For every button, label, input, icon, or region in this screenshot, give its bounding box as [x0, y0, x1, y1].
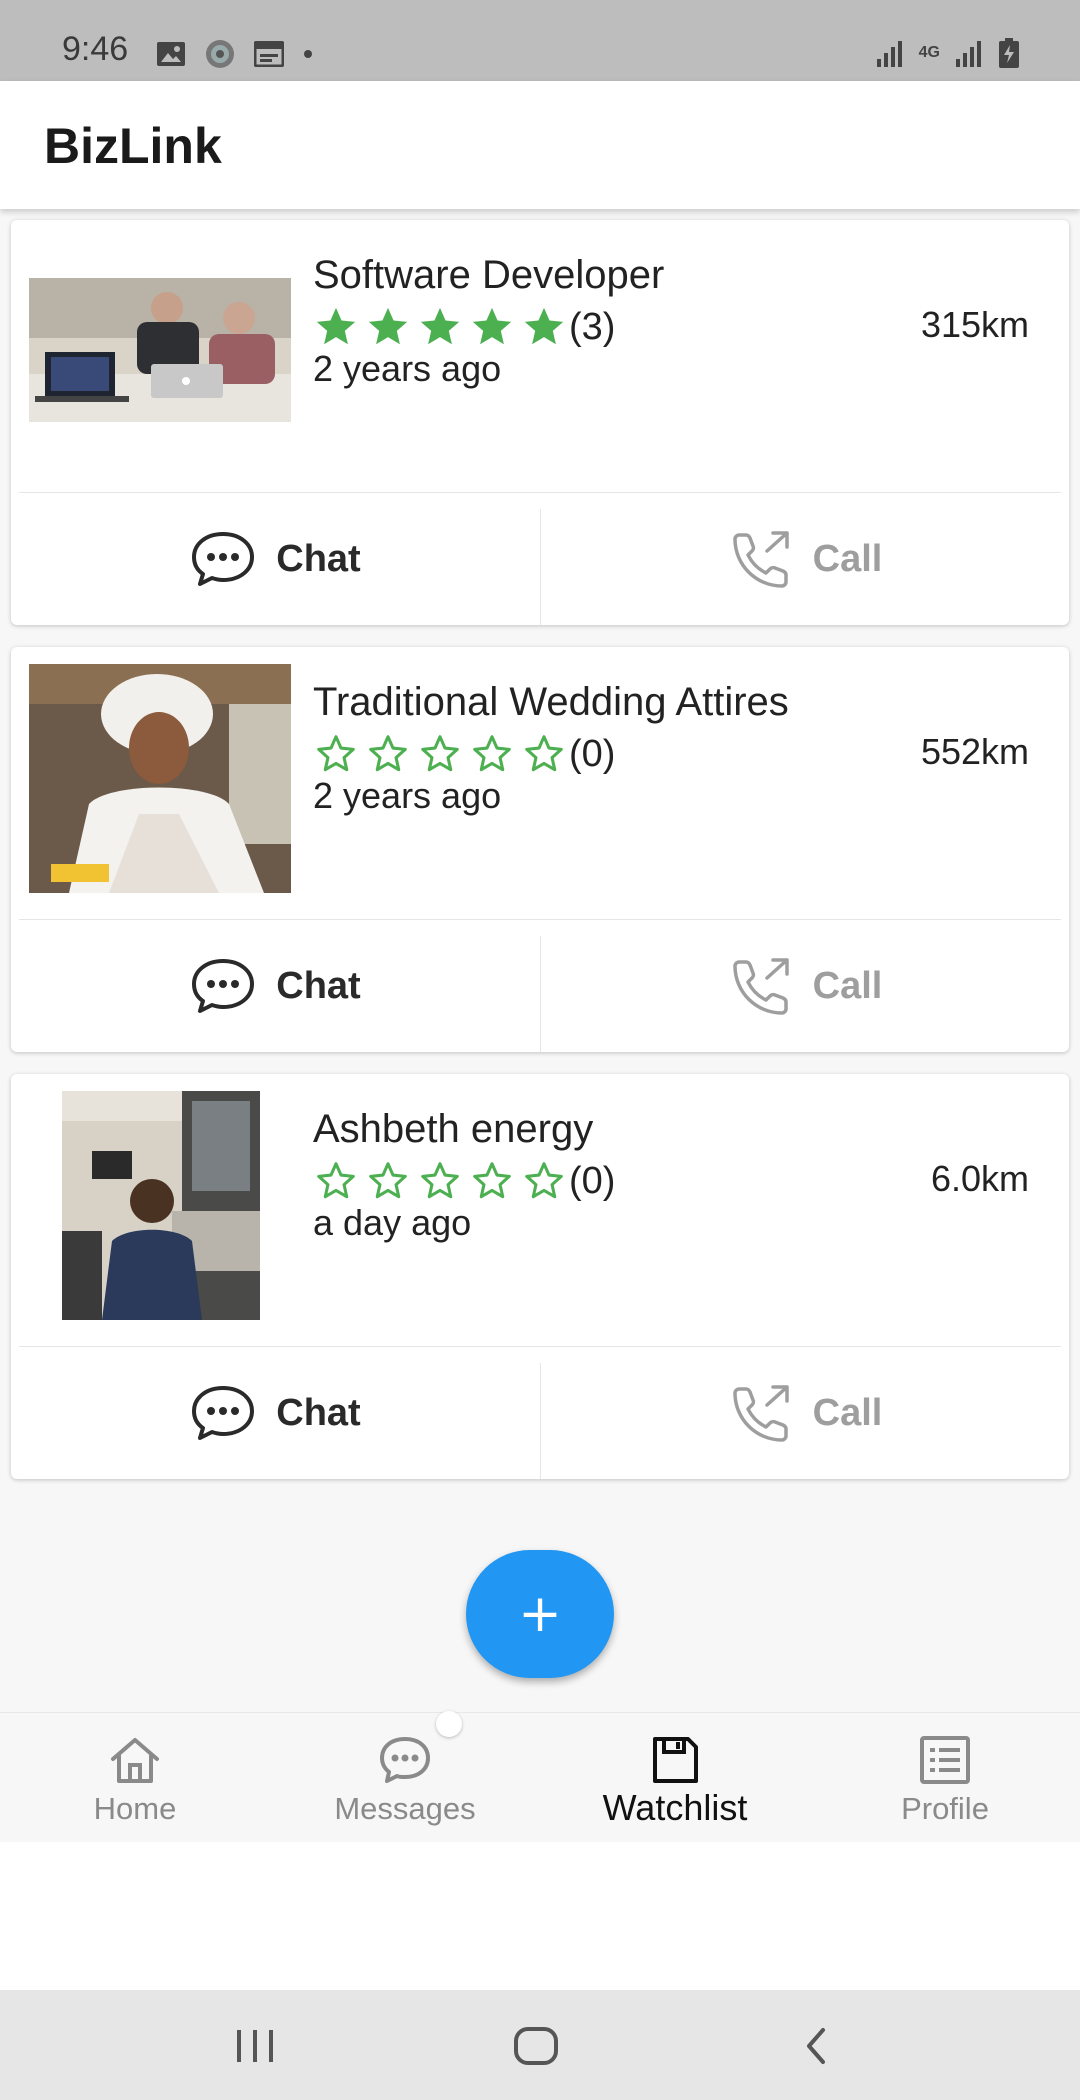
call-label: Call [812, 964, 883, 1007]
chat-button[interactable]: Chat [11, 1347, 540, 1479]
listing-time: 2 years ago [313, 775, 502, 816]
star-rating: (3) [313, 304, 615, 350]
dot-icon [304, 50, 312, 58]
listing-distance: 552km [920, 731, 1029, 772]
chat-button[interactable]: Chat [11, 920, 540, 1052]
call-label: Call [812, 537, 883, 580]
phone-outgoing-icon [732, 1385, 789, 1442]
nav-item-profile[interactable]: Profile [810, 1713, 1080, 1843]
star-rating: (0) [313, 1158, 615, 1204]
plus-icon: + [518, 1584, 562, 1644]
listing-card[interactable]: Software Developer (3) 2 years ago 315km… [11, 220, 1069, 625]
star-outline-icon [473, 735, 511, 772]
nav-label: Messages [334, 1791, 476, 1826]
system-nav-bar [0, 1990, 1080, 2100]
listing-list[interactable]: Software Developer (3) 2 years ago 315km… [0, 209, 1080, 1712]
call-button[interactable]: Call [540, 1347, 1069, 1479]
listing-image [62, 1091, 260, 1320]
listing-distance: 6.0km [930, 1158, 1029, 1199]
blank-area [0, 1842, 1080, 1990]
rating-count: (0) [569, 732, 616, 775]
nav-item-home[interactable]: Home [0, 1713, 270, 1843]
star-filled-icon [472, 307, 512, 345]
star-outline-icon [317, 735, 355, 772]
call-button[interactable]: Call [540, 493, 1069, 625]
listing-time: a day ago [313, 1202, 472, 1243]
nav-label: Profile [901, 1791, 989, 1826]
app-bar: BizLink [0, 81, 1080, 209]
signal-icon-2 [956, 41, 981, 67]
phone-outgoing-icon [732, 958, 789, 1015]
listing-title: Software Developer [313, 253, 665, 297]
app-title: BizLink [44, 118, 222, 174]
status-time: 9:46 [62, 30, 129, 68]
chat-icon [192, 959, 255, 1013]
listing-time: 2 years ago [313, 348, 502, 389]
calendar-icon [254, 41, 284, 67]
nav-item-watchlist[interactable]: Watchlist [540, 1713, 810, 1843]
globe-icon [206, 40, 234, 68]
bottom-nav: Home Messages Watchlist Profile [0, 1711, 1080, 1843]
recent-apps-icon [237, 2030, 273, 2062]
chat-button[interactable]: Chat [11, 493, 540, 625]
signal-icon [876, 41, 902, 67]
call-button[interactable]: Call [540, 920, 1069, 1052]
listing-title: Ashbeth energy [313, 1107, 594, 1151]
listing-card[interactable]: Traditional Wedding Attires (0) 2 years … [11, 647, 1069, 1052]
listing-image [29, 278, 291, 422]
chat-label: Chat [276, 1391, 361, 1434]
add-button[interactable]: + [466, 1550, 614, 1678]
home-circle-icon [514, 2027, 558, 2065]
nav-item-messages[interactable]: Messages [270, 1713, 540, 1843]
nav-label: Home [93, 1791, 177, 1826]
listing-image [29, 664, 291, 893]
rating-count: (3) [569, 305, 616, 348]
listing-title: Traditional Wedding Attires [313, 680, 789, 724]
rating-count: (0) [569, 1159, 616, 1202]
home-button[interactable] [496, 2016, 576, 2076]
star-filled-icon [368, 307, 408, 345]
chat-label: Chat [276, 964, 361, 1007]
star-outline-icon [473, 1162, 511, 1199]
star-outline-icon [421, 1162, 459, 1199]
star-outline-icon [369, 1162, 407, 1199]
list-icon [920, 1736, 970, 1784]
recent-apps-button[interactable] [215, 2016, 295, 2076]
call-label: Call [812, 1391, 883, 1434]
battery-icon [999, 38, 1019, 68]
back-icon [807, 2028, 825, 2064]
chat-icon [192, 1386, 255, 1440]
star-outline-icon [421, 735, 459, 772]
star-filled-icon [316, 307, 356, 345]
listing-distance: 315km [920, 304, 1029, 345]
star-outline-icon [369, 735, 407, 772]
save-icon [653, 1737, 698, 1783]
status-bar: 9:46 4G [0, 0, 1080, 81]
star-filled-icon [524, 307, 564, 345]
chat-label: Chat [276, 537, 361, 580]
home-icon [111, 1738, 159, 1783]
chat-icon [380, 1737, 430, 1783]
nav-label: Watchlist [602, 1787, 748, 1828]
star-filled-icon [420, 307, 460, 345]
star-outline-icon [525, 735, 563, 772]
phone-outgoing-icon [732, 531, 789, 588]
back-button[interactable] [776, 2016, 856, 2076]
star-outline-icon [317, 1162, 355, 1199]
listing-card[interactable]: Ashbeth energy (0) a day ago 6.0km Chat … [11, 1074, 1069, 1479]
star-outline-icon [525, 1162, 563, 1199]
image-icon [157, 42, 185, 66]
chat-icon [192, 532, 255, 586]
star-rating: (0) [313, 731, 615, 777]
network-type: 4G [918, 44, 940, 61]
